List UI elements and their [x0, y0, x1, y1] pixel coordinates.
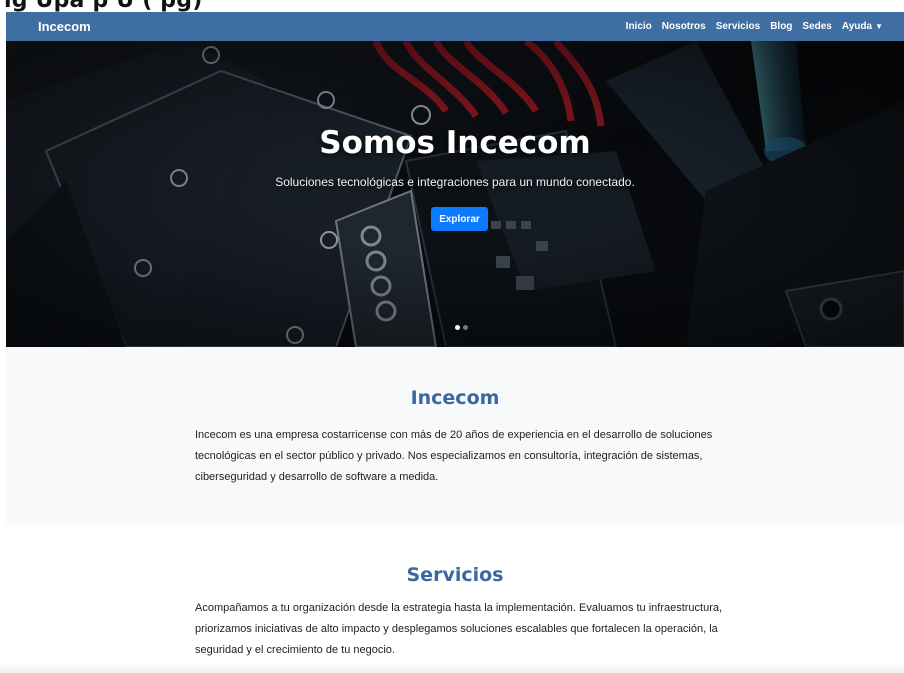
nav-links: Inicio Nosotros Servicios Blog Sedes Ayu…	[621, 21, 888, 32]
services-title: Servicios	[406, 564, 504, 586]
about-text: Incecom es una empresa costarricense con…	[195, 429, 713, 483]
navbar: Incecom Inicio Nosotros Servicios Blog S…	[6, 12, 904, 41]
carousel-indicator-1[interactable]	[455, 325, 460, 330]
hero-background-image	[6, 41, 904, 347]
nav-dropdown-ayuda[interactable]: Ayuda ▼	[837, 21, 888, 32]
services-text: Acompañamos a tu organización desde la e…	[195, 602, 723, 656]
page-bottom-edge	[0, 664, 904, 673]
nav-link-sedes[interactable]: Sedes	[797, 21, 836, 32]
brand-link[interactable]: Incecom	[38, 19, 91, 34]
explore-button[interactable]: Explorar	[431, 207, 488, 231]
services-section: Servicios Acompañamos a tu organización …	[6, 524, 904, 673]
nav-link-blog[interactable]: Blog	[765, 21, 797, 32]
nav-link-inicio[interactable]: Inicio	[621, 21, 657, 32]
carousel-indicators	[455, 325, 468, 330]
nav-link-ayuda-label: Ayuda	[841, 21, 873, 32]
nav-link-nosotros[interactable]: Nosotros	[657, 21, 711, 32]
caret-down-icon: ▼	[875, 22, 883, 31]
hero-carousel: Somos Incecom Soluciones tecnológicas e …	[6, 41, 904, 347]
about-title: Incecom	[410, 387, 500, 409]
carousel-indicator-2[interactable]	[463, 325, 468, 330]
hero-subtitle: Soluciones tecnológicas e integraciones …	[275, 175, 635, 189]
nav-link-servicios[interactable]: Servicios	[711, 21, 765, 32]
about-section: Incecom Incecom es una empresa costarric…	[6, 347, 904, 524]
hero-title: Somos Incecom	[319, 125, 591, 161]
